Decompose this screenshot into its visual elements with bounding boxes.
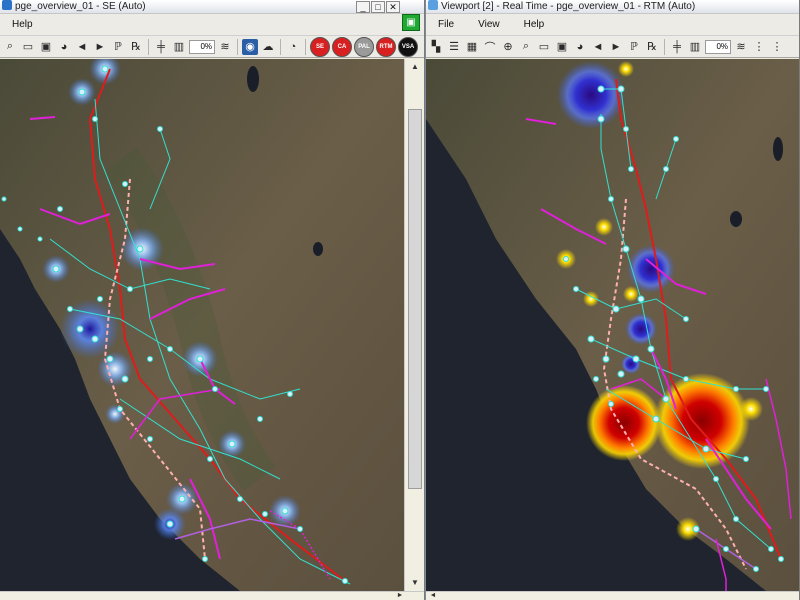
slider-icon[interactable]: ╪ (669, 39, 685, 55)
right-horizontal-scrollbar[interactable]: ◄ (426, 591, 799, 600)
left-toolbar: ⌕ ▭ ▣ ◕ ◄ ► ℙ ℞ ╪ ▥ 0% ≋ ◉ ☁ ◔ SE CA PAL… (0, 36, 424, 58)
menu-help[interactable]: Help (0, 14, 45, 35)
separator (237, 38, 238, 55)
pan-icon[interactable]: ⌒ (482, 39, 498, 55)
zoom-percent[interactable]: 0% (705, 39, 731, 54)
right-window-title: Viewport [2] - Real Time - pge_overview_… (441, 1, 696, 12)
right-toolbar: ▚ ☰ ▦ ⌒ ⊕ ⌕ ▭ ▣ ◕ ◄ ► ℙ ℞ ╪ ▥ 0% ≋ ⋮ ⋮ (426, 36, 799, 58)
rtm-button[interactable]: RTM (376, 36, 396, 57)
scroll-up-icon[interactable]: ▲ (408, 61, 422, 73)
gauge-icon[interactable]: ◔ (285, 39, 301, 55)
green-network-icon[interactable]: ▣ (402, 14, 420, 31)
right-map-canvas[interactable] (426, 59, 800, 591)
left-window-title: pge_overview_01 - SE (Auto) (15, 1, 146, 12)
separator (148, 38, 149, 55)
back-icon[interactable]: ◄ (590, 39, 606, 55)
layers-icon[interactable]: ≋ (217, 39, 233, 55)
window-icon (428, 0, 438, 10)
forward-icon[interactable]: ► (608, 39, 624, 55)
right-viewport-window: Viewport [2] - Real Time - pge_overview_… (426, 0, 800, 600)
left-map-canvas[interactable] (0, 59, 404, 591)
left-vertical-scrollbar[interactable]: ▲ ▼ (404, 59, 424, 591)
separator (305, 38, 306, 55)
grid-icon[interactable]: ▦ (464, 39, 480, 55)
help-p-icon[interactable]: ℙ (626, 39, 642, 55)
list-icon[interactable]: ☰ (446, 39, 462, 55)
layers-icon[interactable]: ≋ (733, 39, 749, 55)
more-icon[interactable]: ⋮ (751, 39, 767, 55)
bars-icon[interactable]: ▥ (687, 39, 703, 55)
zoom-icon[interactable]: ⌕ (518, 39, 534, 55)
earth-icon[interactable]: ◉ (242, 38, 258, 55)
menu-view[interactable]: View (466, 14, 512, 35)
zoom-icon[interactable]: ⌕ (2, 39, 18, 55)
separator (280, 38, 281, 55)
monitor-icon[interactable]: ▭ (20, 39, 36, 55)
ca-button[interactable]: CA (332, 36, 352, 57)
forward-icon[interactable]: ► (92, 39, 108, 55)
pal-button[interactable]: PAL (354, 36, 374, 57)
help-r-icon[interactable]: ℞ (644, 39, 660, 55)
menu-file[interactable]: File (426, 14, 466, 35)
scroll-down-icon[interactable]: ▼ (408, 577, 422, 589)
se-button[interactable]: SE (310, 36, 330, 57)
color-globe-icon[interactable]: ◕ (572, 39, 588, 55)
color-globe-icon[interactable]: ◕ (56, 39, 72, 55)
back-icon[interactable]: ◄ (74, 39, 90, 55)
scroll-thumb[interactable] (408, 109, 422, 489)
right-menubar: File View Help (426, 14, 799, 36)
maximize-icon[interactable]: □ (371, 1, 385, 13)
bars-icon[interactable]: ▥ (171, 39, 187, 55)
left-network-map[interactable] (0, 59, 404, 591)
cloud-icon[interactable]: ☁ (260, 39, 276, 55)
left-window-controls: _ □ ✕ (356, 1, 400, 13)
right-network-map[interactable] (426, 59, 800, 591)
left-horizontal-scrollbar[interactable]: ► (0, 591, 424, 600)
close-icon[interactable]: ✕ (386, 1, 400, 13)
display-icon[interactable]: ▣ (38, 39, 54, 55)
pointer-icon[interactable]: ▚ (428, 39, 444, 55)
scroll-left-icon[interactable]: ◄ (428, 591, 438, 600)
window-icon (2, 0, 12, 10)
more-icon[interactable]: ⋮ (769, 39, 785, 55)
vsa-button[interactable]: VSA (398, 36, 418, 57)
scroll-right-icon[interactable]: ► (395, 591, 405, 600)
monitor-icon[interactable]: ▭ (536, 39, 552, 55)
right-titlebar: Viewport [2] - Real Time - pge_overview_… (426, 0, 799, 14)
zoom-in-icon[interactable]: ⊕ (500, 39, 516, 55)
left-titlebar: pge_overview_01 - SE (Auto) _ □ ✕ (0, 0, 424, 14)
slider-icon[interactable]: ╪ (153, 39, 169, 55)
minimize-icon[interactable]: _ (356, 1, 370, 13)
zoom-percent[interactable]: 0% (189, 39, 215, 54)
display-icon[interactable]: ▣ (554, 39, 570, 55)
left-menubar: Help (0, 14, 424, 36)
separator (664, 38, 665, 55)
menu-help[interactable]: Help (512, 14, 557, 35)
help-r-icon[interactable]: ℞ (128, 39, 144, 55)
help-p-icon[interactable]: ℙ (110, 39, 126, 55)
left-viewport-window: pge_overview_01 - SE (Auto) _ □ ✕ Help ▣… (0, 0, 425, 600)
